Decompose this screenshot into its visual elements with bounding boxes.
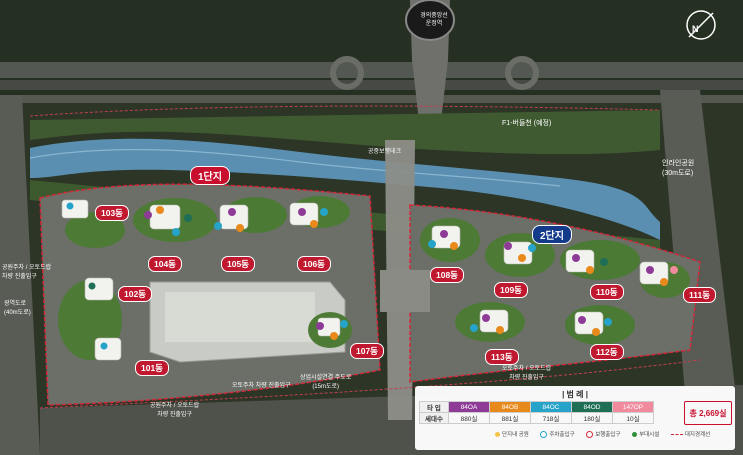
site-map: 경의중앙선 운정역 N F1-버들천 (예정) 인라인공원 (30m도로) 공원주… bbox=[0, 0, 743, 455]
pedestrian-entrance-icon bbox=[586, 431, 594, 439]
building-label-107: 107동 bbox=[350, 343, 385, 359]
legend-key-text: 단지내 공원 bbox=[502, 432, 529, 438]
building-label-111: 111동 bbox=[683, 287, 717, 303]
road-label-left: 공원주차 / 오토드랍차량 진출입구 bbox=[2, 262, 51, 280]
road-label-bottom-1: 오토주차 차량 진출입구 bbox=[232, 380, 291, 389]
legend-type-84od: 84OD bbox=[571, 401, 613, 413]
building-label-101: 101동 bbox=[135, 360, 170, 376]
building-label-109: 109동 bbox=[494, 282, 529, 298]
station-line: 경의중앙선 bbox=[420, 13, 448, 19]
zone-badge-1: 1단지 bbox=[190, 166, 230, 185]
bridge-label: 공중보행데크 bbox=[368, 146, 401, 155]
legend-key-boundary: 대지경계선 bbox=[670, 432, 711, 438]
building-label-102: 102동 bbox=[118, 286, 153, 302]
zone-badge-2: 2단지 bbox=[532, 225, 572, 244]
legend-key-text: 부대시설 bbox=[639, 432, 660, 438]
station-label: 경의중앙선 운정역 bbox=[406, 12, 462, 28]
building-label-110: 110동 bbox=[590, 284, 624, 300]
building-label-103: 103동 bbox=[95, 205, 130, 221]
station-name: 운정역 bbox=[425, 21, 443, 27]
road-text: 차량 진출입구 bbox=[157, 412, 192, 418]
legend-key-parking: 주차출입구 bbox=[540, 431, 575, 439]
building-label-106: 106동 bbox=[297, 256, 332, 272]
legend-count: 718실 bbox=[530, 412, 572, 424]
parking-entrance-icon bbox=[540, 431, 548, 439]
boundary-line-icon bbox=[670, 434, 683, 436]
road-note: (30m도로) bbox=[662, 170, 694, 177]
building-label-108: 108동 bbox=[430, 267, 465, 283]
road-text: 광역도로 bbox=[4, 301, 27, 307]
legend-count: 180실 bbox=[571, 412, 613, 424]
legend-count: 10실 bbox=[612, 412, 654, 424]
road-name: 인라인공원 bbox=[662, 160, 695, 167]
legend-type-84oc: 84OC bbox=[530, 401, 572, 413]
road-name: F1-버들천 bbox=[502, 120, 532, 127]
park-icon bbox=[495, 432, 500, 438]
road-text: (15m도로) bbox=[312, 384, 340, 390]
road-text: 오토주차 차량 진출입구 bbox=[232, 383, 291, 389]
facility-icon bbox=[632, 432, 638, 438]
road-text: 공원주차 / 오토드랍 bbox=[2, 265, 52, 271]
legend-type-84ob: 84OB bbox=[489, 401, 531, 413]
road-label-bottom-4: 공원주차 / 오토드랍차량 진출입구 bbox=[150, 400, 199, 418]
building-label-113: 113동 bbox=[485, 349, 519, 365]
legend-table: 타 입 84OA 84OB 84OC 84OD 147OP 세대수 880실 8… bbox=[419, 401, 654, 424]
legend-total: 총 2,669실 bbox=[684, 401, 732, 425]
legend-keys: 단지내 공원 주차출입구 보행출입구 부대시설 대지경계선 bbox=[495, 430, 720, 439]
legend-row-counts: 세대수 880실 881실 718실 180실 10실 bbox=[419, 412, 654, 424]
road-label-bottom-3: 오토주차 / 오토드랍 차량 진출입구 bbox=[502, 363, 551, 381]
road-text: (40m도로) bbox=[4, 310, 31, 316]
building-label-112: 112동 bbox=[590, 344, 624, 360]
road-text: 차량 진출입구 bbox=[2, 274, 37, 280]
road-text: 차량 진출입구 bbox=[509, 375, 544, 381]
legend-type-147op: 147OP bbox=[612, 401, 654, 413]
road-label-top: F1-버들천 (예정) bbox=[502, 118, 551, 128]
legend-key-text: 대지경계선 bbox=[684, 432, 711, 438]
road-text: 상업시설연결 주도로 bbox=[300, 375, 352, 381]
legend-key-text: 보행출입구 bbox=[595, 432, 621, 438]
road-note: (예정) bbox=[533, 120, 552, 127]
road-label-bottom-2: 상업시설연결 주도로 (15m도로) bbox=[300, 372, 351, 390]
road-text: 공원주차 / 오토드랍 bbox=[150, 403, 200, 409]
legend-count: 881실 bbox=[489, 412, 531, 424]
legend-key-text: 주차출입구 bbox=[549, 432, 575, 438]
legend-row-types: 타 입 84OA 84OB 84OC 84OD 147OP bbox=[419, 401, 654, 413]
legend-key-pedestrian: 보행출입구 bbox=[586, 431, 621, 439]
svg-text:N: N bbox=[692, 24, 699, 34]
road-label-left-arterial: 광역도로 (40m도로) bbox=[4, 298, 31, 316]
legend-box: | 범 례 | 타 입 84OA 84OB 84OC 84OD 147OP 세대… bbox=[415, 386, 735, 450]
legend-count: 880실 bbox=[448, 412, 490, 424]
building-label-105: 105동 bbox=[221, 256, 256, 272]
compass-icon: N bbox=[686, 10, 716, 40]
legend-key-facility: 부대시설 bbox=[632, 432, 659, 438]
legend-row-header: 타 입 bbox=[419, 401, 449, 413]
building-label-104: 104동 bbox=[148, 256, 183, 272]
legend-type-84oa: 84OA bbox=[448, 401, 490, 413]
road-label-right: 인라인공원 (30m도로) bbox=[662, 158, 694, 178]
legend-title: | 범 례 | bbox=[562, 390, 588, 399]
legend-key-park: 단지내 공원 bbox=[495, 432, 529, 438]
legend-row-header: 세대수 bbox=[419, 412, 449, 424]
bridge-text: 공중보행데크 bbox=[368, 149, 402, 155]
